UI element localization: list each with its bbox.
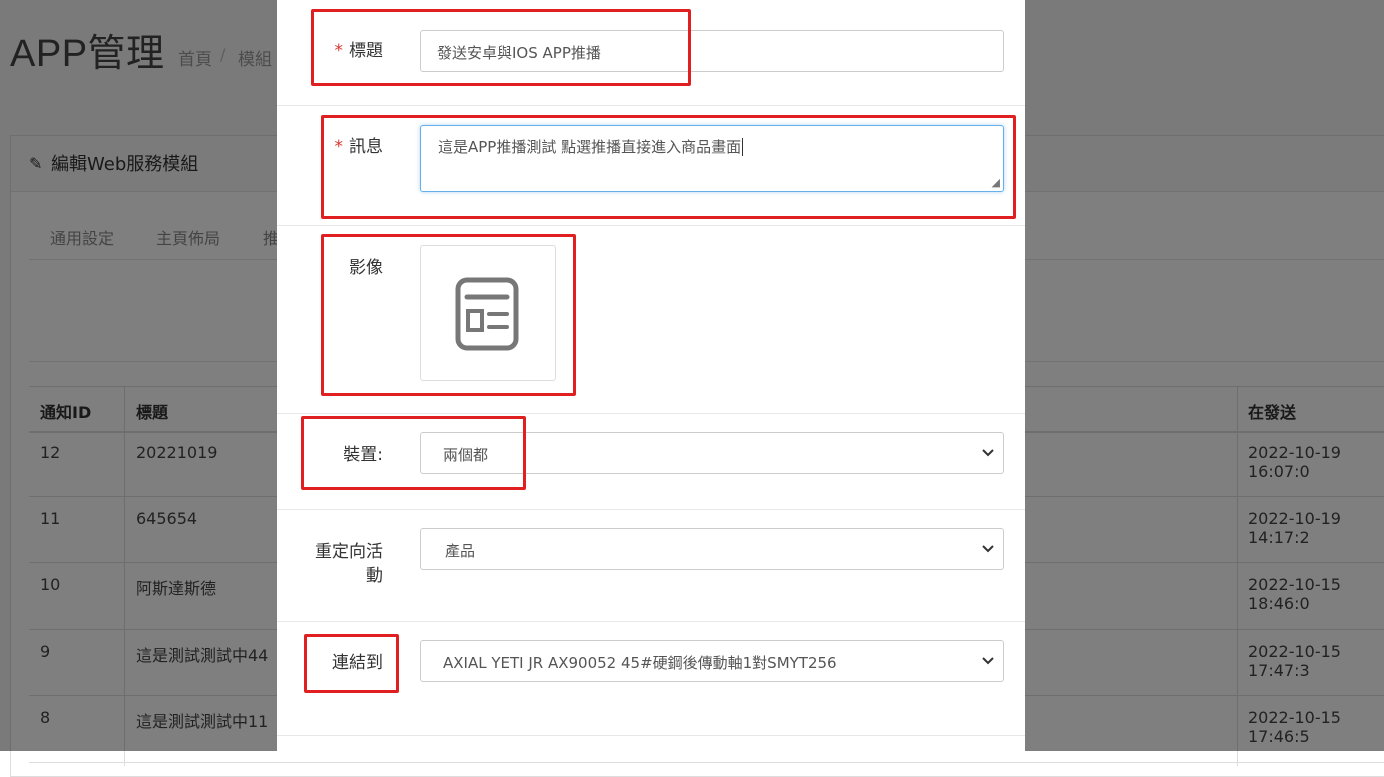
chevron-down-icon xyxy=(982,657,994,665)
highlight-box-image xyxy=(321,234,576,396)
redirect-label: 重定向活動 xyxy=(315,540,383,588)
highlight-box-device xyxy=(301,416,526,490)
chevron-down-icon xyxy=(982,545,994,553)
highlight-box-link xyxy=(304,634,399,693)
redirect-form-row: 重定向活動 產品 xyxy=(277,510,1025,622)
redirect-label-line1: 重定向活 xyxy=(315,542,383,562)
link-selected: AXIAL YETI JR AX90052 45#硬鋼後傳動軸1對SMYT256 xyxy=(443,654,837,672)
chevron-down-icon xyxy=(982,449,994,457)
link-select[interactable]: AXIAL YETI JR AX90052 45#硬鋼後傳動軸1對SMYT256 xyxy=(420,640,1004,682)
highlight-box-message xyxy=(321,115,1016,219)
redirect-select[interactable]: 產品 xyxy=(420,528,1004,570)
redirect-label-line2: 動 xyxy=(366,566,383,586)
highlight-box-title xyxy=(311,9,691,86)
redirect-selected: 產品 xyxy=(445,542,476,560)
